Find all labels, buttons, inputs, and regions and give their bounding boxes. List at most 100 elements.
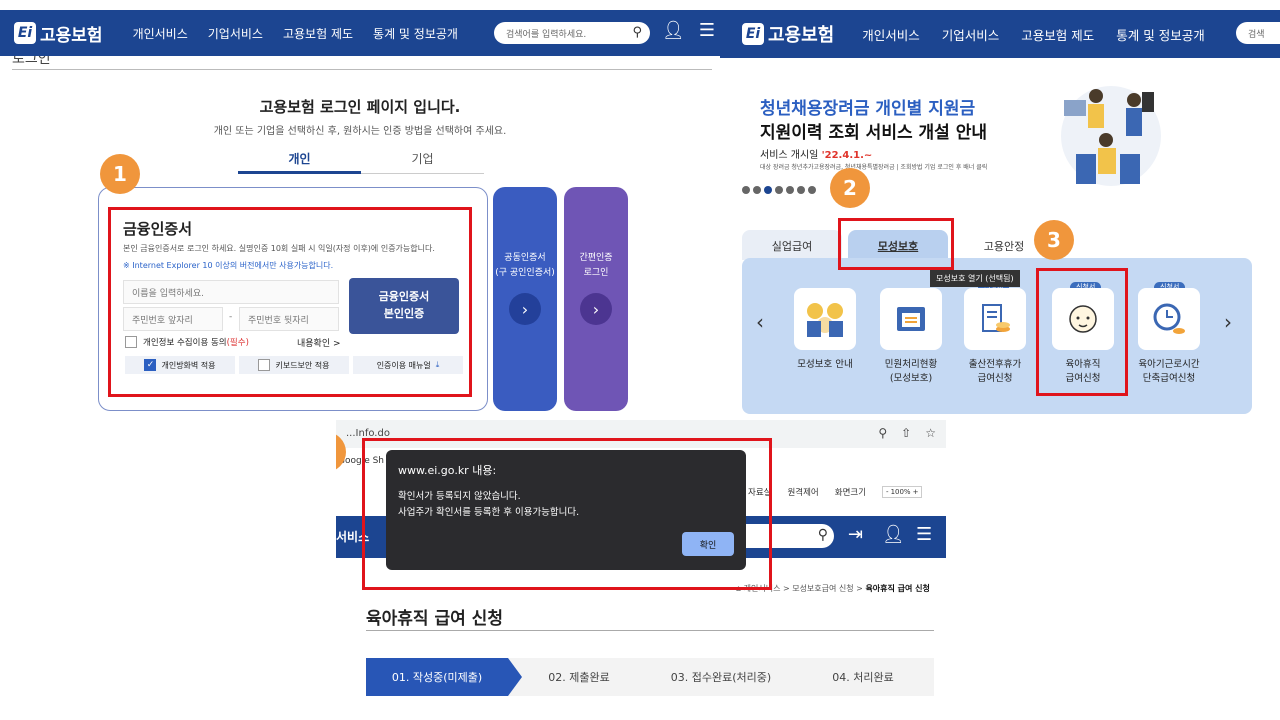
search-placeholder: 검색어를 입력하세요.: [506, 29, 587, 40]
annotation-badge-3: 3: [1034, 220, 1074, 260]
service-label-1: 육아기근로시간: [1138, 359, 1200, 370]
nav-item-system[interactable]: 고용보험 제도: [283, 25, 353, 42]
complaint-status-tile[interactable]: [880, 288, 942, 350]
share-icon[interactable]: ⇧: [901, 426, 911, 440]
pager-dot[interactable]: [808, 186, 816, 194]
simple-auth-line1: 간편인증: [579, 253, 613, 263]
main-panel: Ei 고용보험 개인서비스 기업서비스 고용보험 제도 통계 및 정보공개 검색…: [720, 0, 1280, 440]
people-illustration-icon: [1061, 86, 1161, 186]
nav-item-personal[interactable]: 개인서비스: [133, 25, 188, 42]
url-actions: ⚲ ⇧ ☆: [878, 426, 936, 440]
logo[interactable]: Ei 고용보험: [14, 21, 103, 46]
logout-icon[interactable]: ⇥: [848, 524, 863, 545]
pager-dot[interactable]: [797, 186, 805, 194]
nav-item-system[interactable]: 고용보험 제도: [1021, 25, 1094, 44]
highlight-box-3: [1036, 268, 1128, 396]
zoom-value: 100%: [890, 488, 911, 496]
complaint-status-label: 민원처리현황 (모성보호): [866, 358, 956, 386]
star-icon[interactable]: ☆: [925, 426, 936, 440]
nav-item-personal[interactable]: 개인서비스: [862, 25, 920, 44]
page-title: 육아휴직 급여 신청: [366, 609, 503, 629]
pager-dot[interactable]: [775, 186, 783, 194]
banner-detail: 대상 장려금 청년추가고용장려금, 청년채용특별장려금 | 조회방법 기업 로그…: [760, 164, 988, 171]
tab-unemployment[interactable]: 실업급여: [742, 230, 842, 260]
clock-coins-icon: [1153, 303, 1185, 334]
breadcrumb-current: 육아휴직 급여 신청: [865, 584, 930, 593]
alert-panel: ...Info.do ⚲ ⇧ ☆ Google Sh 자료실 원격제어 화면크기…: [336, 420, 946, 720]
zoom-control: - 100% +: [882, 486, 923, 498]
maternity-leave-label: 출산전후휴가 급여신청: [950, 358, 1040, 386]
search-icon[interactable]: ⚲: [632, 25, 642, 40]
utility-links: 자료실 원격제어 화면크기 - 100% +: [748, 486, 923, 498]
logo-mark-icon: Ei: [14, 22, 36, 44]
hamburger-menu-icon[interactable]: ☰: [699, 20, 715, 41]
reduced-hours-tile[interactable]: [1138, 288, 1200, 350]
chevron-left-icon[interactable]: ‹: [756, 310, 764, 334]
logo-text: 고용보험: [40, 25, 103, 46]
pager-dot[interactable]: [742, 186, 750, 194]
annotation-badge-2: 2: [830, 168, 870, 208]
banner-headline-2: 지원이력 조회 서비스 개설 안내: [760, 123, 987, 143]
nav-item-business[interactable]: 기업서비스: [208, 25, 263, 42]
tab-business[interactable]: 기업: [361, 148, 484, 174]
step-completed: 04. 처리완료: [832, 671, 894, 684]
util-link-screen-size: 화면크기: [834, 488, 867, 498]
util-link-remote[interactable]: 원격제어: [787, 486, 818, 498]
logo[interactable]: Ei 고용보험: [742, 21, 834, 47]
top-nav: Ei 고용보험 개인서비스 기업서비스 고용보험 제도 통계 및 정보공개 검색: [720, 10, 1280, 58]
login-subtitle: 개인 또는 기업을 선택하신 후, 원하시는 인증 방법을 선택하여 주세요.: [213, 126, 507, 137]
service-label-1: 출산전후휴가: [968, 359, 1022, 370]
pager-dot[interactable]: [786, 186, 794, 194]
highlight-box-1: [108, 207, 472, 397]
login-tabs: 개인 기업: [238, 148, 484, 174]
annotation-badge-1: 1: [100, 154, 140, 194]
banner-date-value: '22.4.1.~: [821, 150, 873, 161]
highlight-box-2: [838, 218, 954, 270]
user-icon[interactable]: 👤︎: [662, 20, 685, 41]
service-label-2: 단축급여신청: [1142, 373, 1196, 384]
joint-cert-card[interactable]: 공동인증서 (구 공인인증서) ›: [493, 187, 557, 411]
chevron-right-icon: ›: [580, 293, 612, 325]
banner-date: 서비스 개시일 '22.4.1.~: [760, 146, 872, 161]
nav-menu: 개인서비스 기업서비스 고용보험 제도 통계 및 정보공개: [862, 25, 1204, 44]
hamburger-menu-icon[interactable]: ☰: [916, 524, 932, 545]
zoom-plus-button[interactable]: +: [913, 488, 919, 496]
simple-auth-card[interactable]: 간편인증 로그인 ›: [564, 187, 628, 411]
top-nav: Ei 고용보험 개인서비스 기업서비스 고용보험 제도 통계 및 정보공개 검색…: [0, 10, 720, 56]
service-label-1: 민원처리현황: [884, 359, 938, 370]
banner-headline-1: 청년채용장려금 개인별 지원금: [760, 99, 976, 119]
nav-item-stats[interactable]: 통계 및 정보공개: [373, 25, 458, 42]
nav-item-stats[interactable]: 통계 및 정보공개: [1116, 25, 1204, 44]
pager-dot[interactable]: [764, 186, 772, 194]
highlight-box-4: [362, 438, 772, 590]
title-divider: [366, 630, 934, 631]
login-title: 고용보험 로그인 페이지 입니다.: [259, 98, 461, 116]
joint-cert-line2: (구 공인인증서): [495, 268, 555, 278]
maternity-guide-tile[interactable]: [794, 288, 856, 350]
service-label-2: (모성보호): [889, 373, 933, 384]
zoom-icon[interactable]: ⚲: [878, 426, 887, 440]
maternity-leave-tile[interactable]: [964, 288, 1026, 350]
search-icon[interactable]: ⚲: [818, 527, 828, 543]
maternity-tooltip: 모성보호 열기 (선택됨): [930, 270, 1020, 287]
nav-item-business[interactable]: 기업서비스: [942, 25, 1000, 44]
service-tabs: 실업급여 모성보호 고용안정: [742, 230, 1252, 260]
chevron-right-icon: ›: [509, 293, 541, 325]
logo-text: 고용보험: [768, 25, 835, 46]
pager-dot[interactable]: [753, 186, 761, 194]
chevron-right-icon[interactable]: ›: [1224, 310, 1232, 334]
simple-auth-line2: 로그인: [583, 268, 609, 278]
search-placeholder: 검색: [1248, 29, 1265, 40]
login-panel: Ei 고용보험 개인서비스 기업서비스 고용보험 제도 통계 및 정보공개 검색…: [0, 0, 720, 420]
document-folder-icon: [897, 307, 925, 331]
form-coins-icon: [982, 304, 1010, 332]
banner-date-prefix: 서비스 개시일: [760, 150, 819, 161]
tab-personal[interactable]: 개인: [238, 148, 361, 174]
search-input[interactable]: 검색: [1236, 22, 1280, 44]
user-icon[interactable]: 👤︎: [882, 524, 905, 545]
zoom-minus-button[interactable]: -: [886, 488, 889, 496]
step-drafting: 01. 작성중(미제출): [366, 658, 522, 696]
joint-cert-line1: 공동인증서: [504, 253, 546, 263]
page-heading-strip: 로그인: [12, 56, 712, 70]
search-input[interactable]: 검색어를 입력하세요. ⚲: [494, 22, 650, 44]
